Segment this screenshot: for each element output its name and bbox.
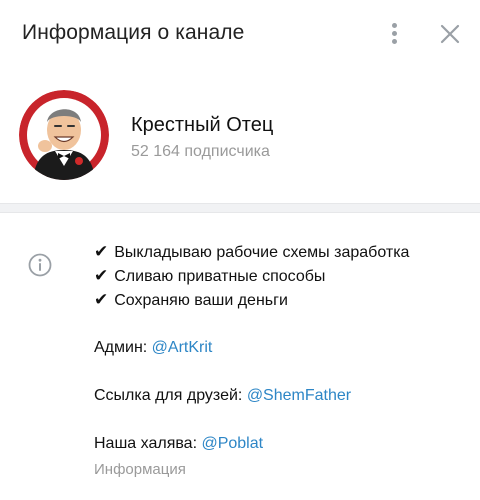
friends-link[interactable]: @ShemFather [247,387,351,404]
info-icon [27,252,53,278]
freebie-line: Наша халява: @Poblat [94,435,264,452]
list-item: ✔ Выкладываю рабочие схемы заработка [94,242,410,261]
close-icon[interactable] [436,20,464,48]
checkmark-icon: ✔ [94,266,109,285]
channel-avatar[interactable] [19,90,109,180]
dialog-header: Информация о канале [0,0,480,68]
list-item: ✔ Сливаю приватные способы [94,266,326,285]
admin-line: Админ: @ArtKrit [94,339,213,356]
checkmark-icon: ✔ [94,242,109,261]
admin-link[interactable]: @ArtKrit [152,339,213,356]
more-options-icon[interactable] [384,20,406,48]
channel-profile: Крестный Отец 52 164 подписчика [0,80,480,200]
freebie-link[interactable]: @Poblat [201,435,263,452]
list-item: ✔ Сохраняю ваши деньги [94,290,288,309]
channel-name: Крестный Отец [131,114,274,136]
page-title: Информация о канале [22,21,245,44]
friends-line: Ссылка для друзей: @ShemFather [94,387,352,404]
checkmark-icon: ✔ [94,290,109,309]
subscriber-count: 52 164 подписчика [131,143,270,160]
info-caption: Информация [94,461,186,478]
section-divider [0,203,480,213]
channel-description: ✔ Выкладываю рабочие схемы заработка ✔ Сли… [94,240,464,456]
